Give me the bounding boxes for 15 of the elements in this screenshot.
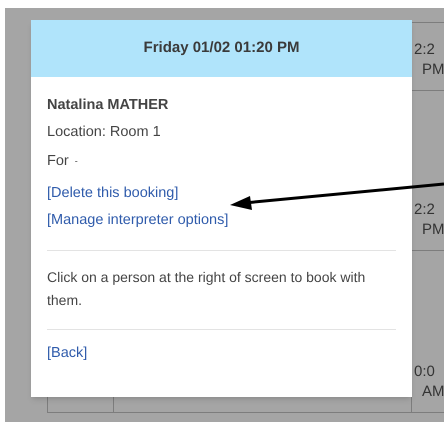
action-link[interactable]: [Delete this booking]	[47, 183, 178, 210]
period-text: AM	[421, 382, 444, 402]
for-label: For	[47, 152, 69, 171]
location-text: Location: Room 1	[47, 123, 162, 142]
for-value: -	[74, 155, 78, 168]
instruction-text: Click on a person at the right of screen to book with them.	[47, 268, 366, 310]
period-text: PM	[421, 60, 444, 80]
time-text: 2:2	[413, 200, 435, 220]
time-text: 0:0	[413, 362, 435, 382]
person-name: Natalina MATHER	[47, 96, 170, 115]
period-text: PM	[421, 220, 444, 240]
time-text: 2:2	[413, 40, 435, 60]
popup-title: Friday 01/02 01:20 PM	[144, 38, 300, 58]
back-link[interactable]: [Back]	[47, 345, 88, 361]
action-link[interactable]: [Manage interpreter options]	[47, 210, 228, 237]
